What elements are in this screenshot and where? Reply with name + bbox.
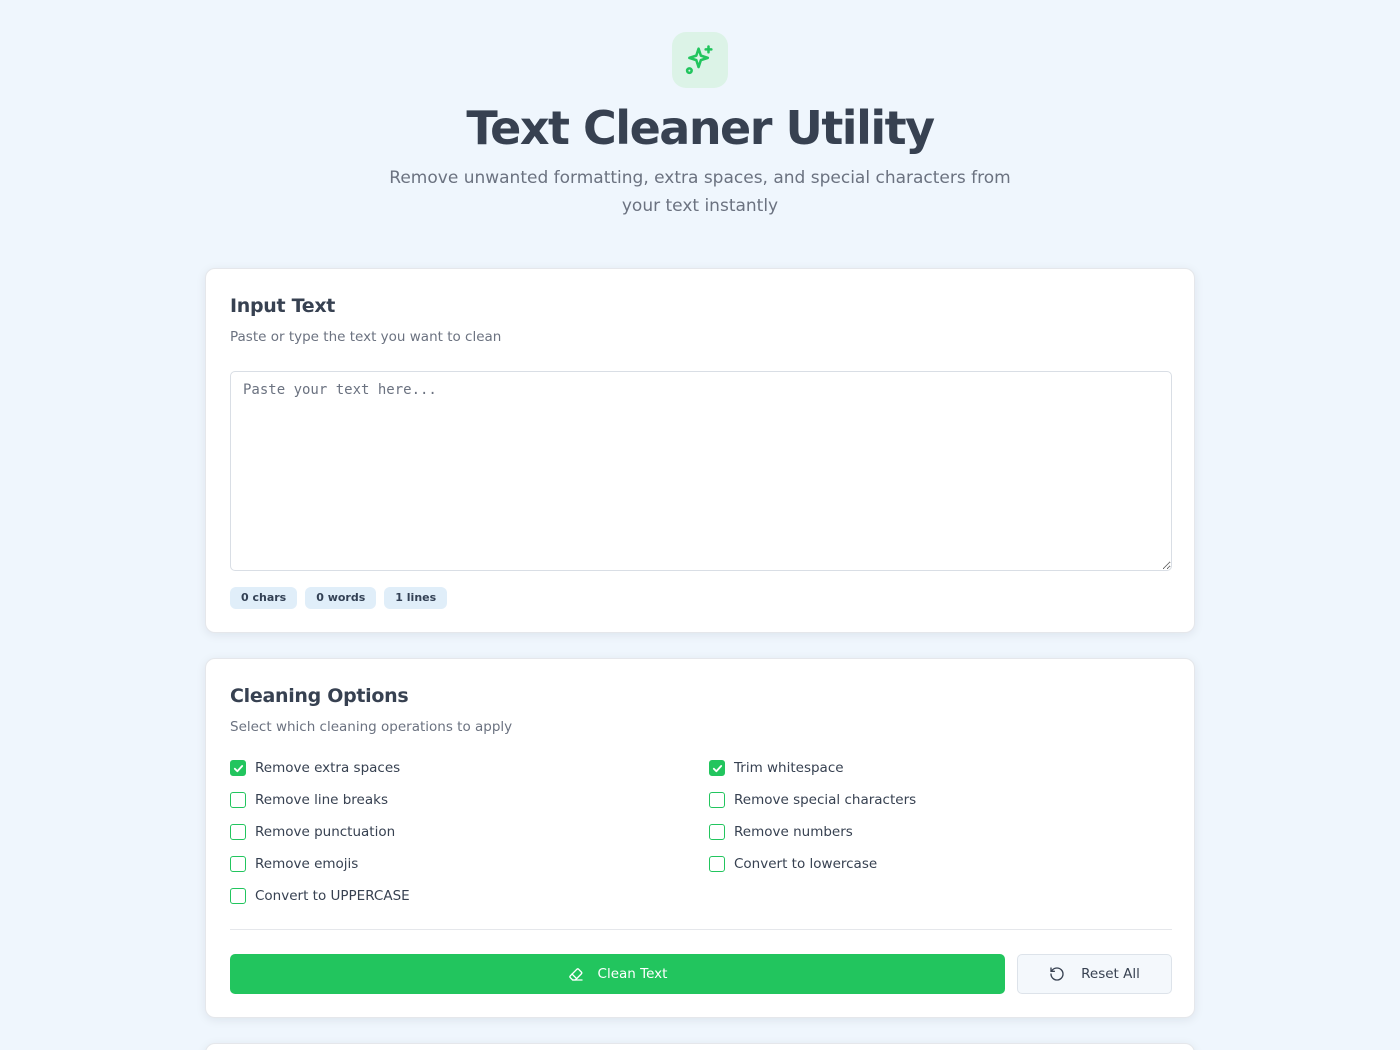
option-label: Remove numbers: [734, 824, 853, 840]
options-card-description: Select which cleaning operations to appl…: [230, 719, 513, 735]
clean-text-button[interactable]: Clean Text: [230, 954, 1005, 994]
page-subtitle: Remove unwanted formatting, extra spaces…: [389, 168, 1011, 216]
option-remove-punctuation[interactable]: Remove punctuation: [230, 822, 709, 842]
eraser-icon: [568, 966, 584, 982]
reset-all-button[interactable]: Reset All: [1017, 954, 1172, 994]
option-trim-whitespace[interactable]: Trim whitespace: [709, 758, 1172, 778]
option-label: Remove extra spaces: [255, 760, 401, 776]
option-remove-special-characters[interactable]: Remove special characters: [709, 790, 1172, 810]
checkbox[interactable]: [709, 824, 725, 840]
checkbox[interactable]: [230, 792, 246, 808]
option-convert-uppercase[interactable]: Convert to UPPERCASE: [230, 886, 709, 906]
option-label: Remove special characters: [734, 792, 917, 808]
option-remove-numbers[interactable]: Remove numbers: [709, 822, 1172, 842]
options-card-title: Cleaning Options: [230, 685, 409, 707]
checkbox[interactable]: [230, 824, 246, 840]
option-label: Remove line breaks: [255, 792, 388, 808]
word-count-badge: 0 words: [305, 587, 377, 609]
option-remove-extra-spaces[interactable]: Remove extra spaces: [230, 758, 709, 778]
check-icon: [233, 764, 243, 772]
checkbox[interactable]: [230, 888, 246, 904]
checkbox[interactable]: [230, 856, 246, 872]
option-label: Remove punctuation: [255, 824, 396, 840]
checkbox[interactable]: [709, 760, 725, 776]
option-label: Convert to lowercase: [734, 856, 878, 872]
checkbox[interactable]: [709, 856, 725, 872]
sparkles-icon: [672, 32, 728, 88]
check-icon: [712, 764, 722, 772]
option-label: Convert to UPPERCASE: [255, 888, 410, 904]
page-title: Text Cleaner Utility: [466, 101, 935, 155]
checkbox[interactable]: [230, 760, 246, 776]
input-textarea[interactable]: [230, 371, 1172, 571]
input-card-description: Paste or type the text you want to clean: [230, 329, 502, 345]
option-label: Remove emojis: [255, 856, 359, 872]
line-count-badge: 1 lines: [384, 587, 448, 609]
option-label: Trim whitespace: [734, 760, 844, 776]
next-card: [205, 1043, 1195, 1050]
option-remove-line-breaks[interactable]: Remove line breaks: [230, 790, 709, 810]
page: Text Cleaner Utility Remove unwanted for…: [0, 0, 1400, 1050]
char-count-badge: 0 chars: [230, 587, 298, 609]
input-card-title: Input Text: [230, 295, 336, 317]
input-text-card: Input Text Paste or type the text you wa…: [205, 268, 1195, 633]
cleaning-options-card: Cleaning Options Select which cleaning o…: [205, 658, 1195, 1018]
text-stats: 0 chars 0 words 1 lines: [230, 587, 448, 609]
option-remove-emojis[interactable]: Remove emojis: [230, 854, 709, 874]
rotate-ccw-icon: [1049, 966, 1065, 982]
option-convert-lowercase[interactable]: Convert to lowercase: [709, 854, 1172, 874]
checkbox[interactable]: [709, 792, 725, 808]
divider: [230, 929, 1172, 930]
reset-all-label: Reset All: [1081, 966, 1140, 982]
clean-text-label: Clean Text: [597, 966, 668, 982]
options-grid: Remove extra spaces Trim whitespace Remo…: [230, 758, 1172, 906]
